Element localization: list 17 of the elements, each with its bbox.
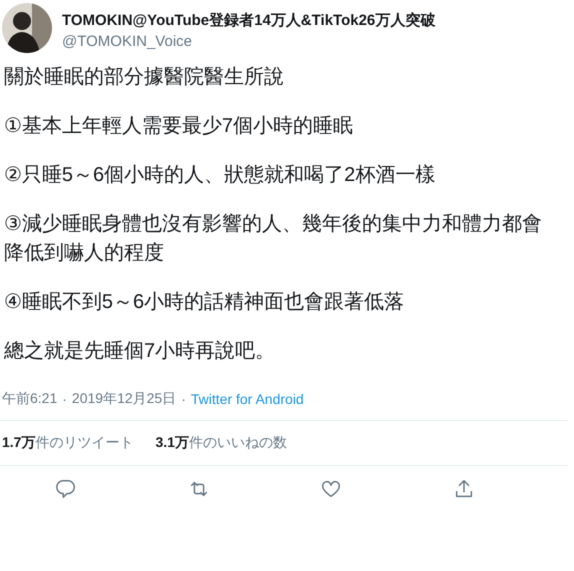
tweet-paragraph: 關於睡眠的部分據醫院醫生所說 <box>4 65 285 90</box>
tweet-date[interactable]: 2019年12月25日 <box>72 390 176 408</box>
reply-button[interactable] <box>55 478 78 500</box>
source-link[interactable]: Twitter for Android <box>190 391 304 407</box>
author-name[interactable]: TOMOKIN@YouTube登録者14万人&TikTok26万人突破 <box>62 11 436 30</box>
separator-dot: · <box>62 391 67 407</box>
tweet-paragraph: 總之就是先睡個7小時再說吧。 <box>4 339 276 364</box>
tweet-paragraph: ②只睡5～6個小時的人、狀態就和喝了2杯酒一樣 <box>4 163 436 188</box>
tweet-paragraph: ③減少睡眠身體也沒有影響的人、幾年後的集中力和體力都會降低到嚇人的程度 <box>4 212 543 266</box>
stat-count[interactable]: 3.1万件のいいねの数 <box>155 434 287 452</box>
separator-dot: · <box>181 391 186 407</box>
tweet-time[interactable]: 午前6:21 <box>2 390 58 408</box>
author-handle[interactable]: @TOMOKIN_Voice <box>62 33 436 50</box>
tweet-paragraph: ①基本上年輕人需要最少7個小時的睡眠 <box>4 114 354 139</box>
heart-button[interactable] <box>320 478 342 500</box>
stat-count[interactable]: 1.7万件のリツイート <box>2 434 134 452</box>
tweet-paragraph: ④睡眠不到5～6小時的話精神面也會跟著低落 <box>4 290 406 315</box>
